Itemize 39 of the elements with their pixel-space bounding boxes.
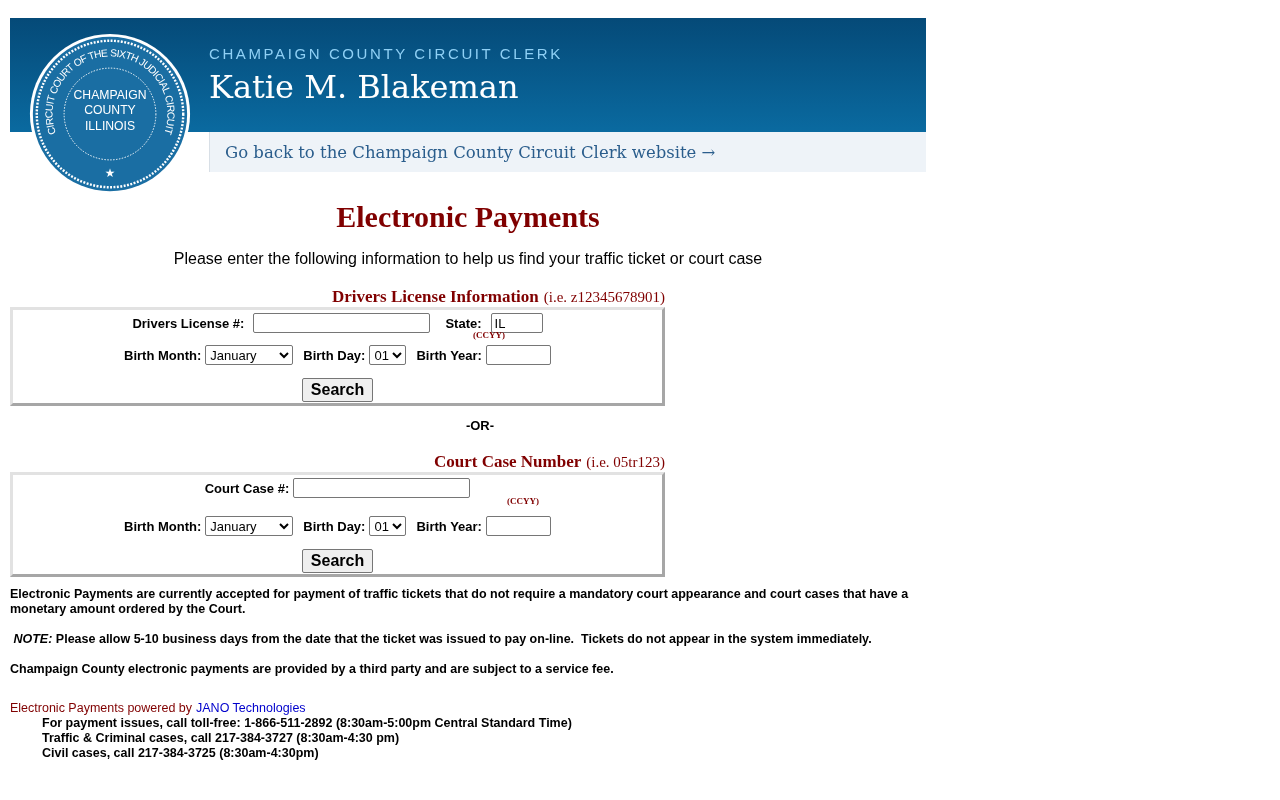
info-paragraph: NOTE: Please allow 5-10 business days from the date that the ticket was issued to pay on-line. Tickets do not appear in the system immediately. [12, 632, 873, 647]
clerk-name: Katie M. Blakeman [209, 68, 520, 106]
powered-by-text: Electronic Payments powered by [10, 701, 193, 715]
day-dropdown[interactable]: 01 [369, 516, 407, 536]
field-label: Birth Year: [416, 518, 482, 534]
example-hint: (i.e. 05tr123) [586, 454, 665, 470]
search-button[interactable]: Search [301, 378, 374, 402]
form-heading: Court Case Number [433, 452, 582, 471]
text-field[interactable] [293, 478, 471, 498]
example-hint: (i.e. z12345678901) [543, 289, 665, 305]
or-separator: -OR- [464, 418, 496, 433]
field-label: State: [445, 315, 482, 331]
text-field[interactable]: IL [490, 313, 543, 333]
format-hint: (CCYY) [506, 496, 539, 506]
contact-line: For payment issues, call toll-free: 1-866-511-2892 (8:30am-5:00pm Central Standard Time) [41, 716, 573, 731]
field-label: Birth Day: [303, 347, 366, 363]
form-heading: Drivers License Information [331, 287, 539, 306]
text-field[interactable] [253, 313, 431, 333]
contact-line: Traffic & Criminal cases, call 217-384-3727 (8:30am-4:30 pm) [41, 731, 401, 746]
field-label: Drivers License #: [132, 315, 245, 331]
month-dropdown[interactable]: January [205, 516, 294, 536]
month-dropdown[interactable]: January [205, 345, 294, 365]
year-field[interactable] [485, 516, 551, 536]
year-field[interactable] [485, 345, 551, 365]
vendor-link[interactable]: JANO Technologies [196, 701, 306, 715]
page-title: Electronic Payments [335, 200, 601, 234]
intro-text: Please enter the following information to help us find your traffic ticket or court case [172, 250, 764, 268]
field-label: Birth Month: [124, 347, 202, 363]
agency-name: CHAMPAIGN COUNTY CIRCUIT CLERK [209, 44, 564, 62]
field-label: Court Case #: [204, 480, 290, 496]
field-label: Birth Year: [416, 347, 482, 363]
info-paragraph: Champaign County electronic payments are provided by a third party and are subject to a service fee. [10, 662, 615, 677]
field-label: Birth Month: [124, 518, 202, 534]
contact-line: Civil cases, call 217-384-3725 (8:30am-4:30pm) [41, 746, 320, 761]
info-paragraph: Electronic Payments are currently accepted for payment of traffic tickets that do not require a mandatory court appearance and court cases that have a monetary amount ordered by the Court. [10, 587, 910, 617]
day-dropdown[interactable]: 01 [369, 345, 407, 365]
search-button[interactable]: Search [301, 549, 374, 573]
field-label: Birth Day: [303, 518, 366, 534]
format-hint: (CCYY) [472, 330, 505, 340]
